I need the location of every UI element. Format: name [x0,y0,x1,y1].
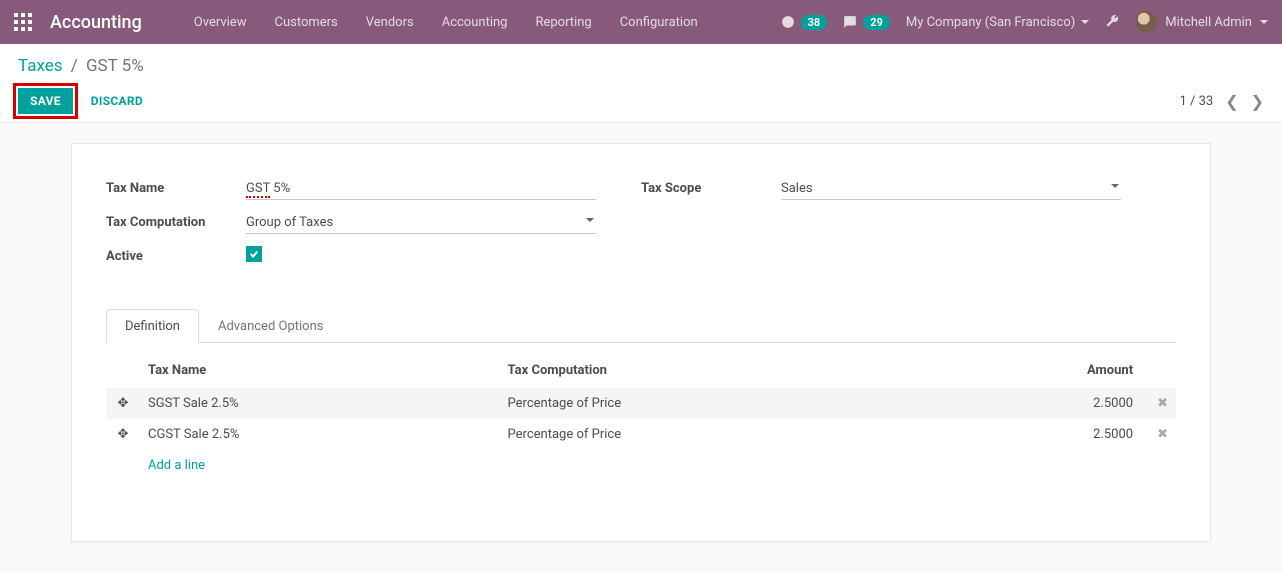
field-tax-computation: Tax Computation Group of Taxes [106,212,641,234]
cell-tax-name[interactable]: CGST Sale 2.5% [140,419,500,450]
menu-vendors[interactable]: Vendors [354,9,426,36]
notebook-tabs: Definition Advanced Options [106,308,1176,343]
table-row[interactable]: ✥ CGST Sale 2.5% Percentage of Price 2.5… [106,419,1176,450]
breadcrumb-current: GST 5% [86,56,144,76]
cell-amount[interactable]: 2.5000 [1093,396,1133,411]
caret-down-icon [1260,20,1268,24]
drag-handle-icon[interactable]: ✥ [106,388,140,419]
wrench-icon [1105,13,1119,27]
tab-advanced-options[interactable]: Advanced Options [199,309,342,343]
label-tax-scope: Tax Scope [641,178,781,196]
menu-reporting[interactable]: Reporting [523,9,603,36]
pager: 1 / 33 ❮ ❯ [1179,92,1264,111]
tab-definition[interactable]: Definition [106,309,199,343]
form-sheet: Tax Name GST 5% Tax Computation Group of… [71,143,1211,542]
apps-icon[interactable] [14,13,32,31]
breadcrumb: Taxes / GST 5% [18,56,1264,76]
user-menu[interactable]: Mitchell Admin [1135,11,1268,33]
discuss-indicator[interactable]: 29 [843,15,890,30]
save-button[interactable]: SAVE [18,88,73,114]
label-tax-computation: Tax Computation [106,212,246,230]
app-brand[interactable]: Accounting [50,12,142,33]
control-panel: Taxes / GST 5% SAVE DISCARD 1 / 33 ❮ ❯ [0,44,1282,123]
th-tax-computation: Tax Computation [500,353,934,388]
pager-text[interactable]: 1 / 33 [1179,94,1213,109]
cell-tax-name[interactable]: SGST Sale 2.5% [140,388,500,419]
menu-overview[interactable]: Overview [182,9,259,36]
chat-icon [843,15,857,29]
table-row[interactable]: ✥ SGST Sale 2.5% Percentage of Price 2.5… [106,388,1176,419]
company-name: My Company (San Francisco) [906,15,1075,30]
field-active: Active [106,246,641,264]
main-menu: Overview Customers Vendors Accounting Re… [182,9,710,36]
field-tax-name: Tax Name GST 5% [106,178,641,200]
top-navbar: Accounting Overview Customers Vendors Ac… [0,0,1282,44]
cell-tax-computation[interactable]: Percentage of Price [500,388,934,419]
drag-handle-icon[interactable]: ✥ [106,419,140,450]
label-active: Active [106,246,246,264]
discard-button[interactable]: DISCARD [79,88,155,114]
nav-right: 38 29 My Company (San Francisco) Mitchel… [781,11,1268,33]
activity-indicator[interactable]: 38 [781,15,828,30]
cell-tax-computation[interactable]: Percentage of Price [500,419,934,450]
add-line-link[interactable]: Add a line [148,458,205,473]
company-switcher[interactable]: My Company (San Francisco) [906,15,1089,30]
pager-next[interactable]: ❯ [1251,92,1264,111]
breadcrumb-sep: / [71,56,78,76]
tax-computation-select[interactable]: Group of Taxes [246,212,596,234]
avatar [1135,11,1157,33]
th-amount: Amount [933,353,1141,388]
debug-menu[interactable] [1105,13,1119,31]
pager-prev[interactable]: ❮ [1225,92,1238,111]
label-tax-name: Tax Name [106,178,246,196]
sheet-wrap: Tax Name GST 5% Tax Computation Group of… [0,123,1282,572]
actions-row: SAVE DISCARD 1 / 33 ❮ ❯ [18,88,1264,114]
menu-customers[interactable]: Customers [262,9,349,36]
cell-amount[interactable]: 2.5000 [1093,427,1133,442]
th-tax-name: Tax Name [140,353,500,388]
user-name: Mitchell Admin [1165,15,1252,30]
field-tax-scope: Tax Scope Sales [641,178,1176,200]
tax-scope-select[interactable]: Sales [781,178,1121,200]
active-checkbox[interactable] [246,246,262,262]
clock-icon [781,15,795,29]
breadcrumb-root[interactable]: Taxes [18,56,63,76]
menu-accounting[interactable]: Accounting [430,9,520,36]
discuss-badge: 29 [863,15,890,30]
delete-row-icon[interactable]: ✖ [1157,396,1168,411]
delete-row-icon[interactable]: ✖ [1157,427,1168,442]
children-taxes-table: Tax Name Tax Computation Amount ✥ SGST S… [106,353,1176,481]
activity-badge: 38 [801,15,828,30]
menu-configuration[interactable]: Configuration [608,9,710,36]
tax-name-input[interactable]: GST 5% [246,178,596,200]
check-icon [249,249,259,259]
caret-down-icon [1081,20,1089,24]
